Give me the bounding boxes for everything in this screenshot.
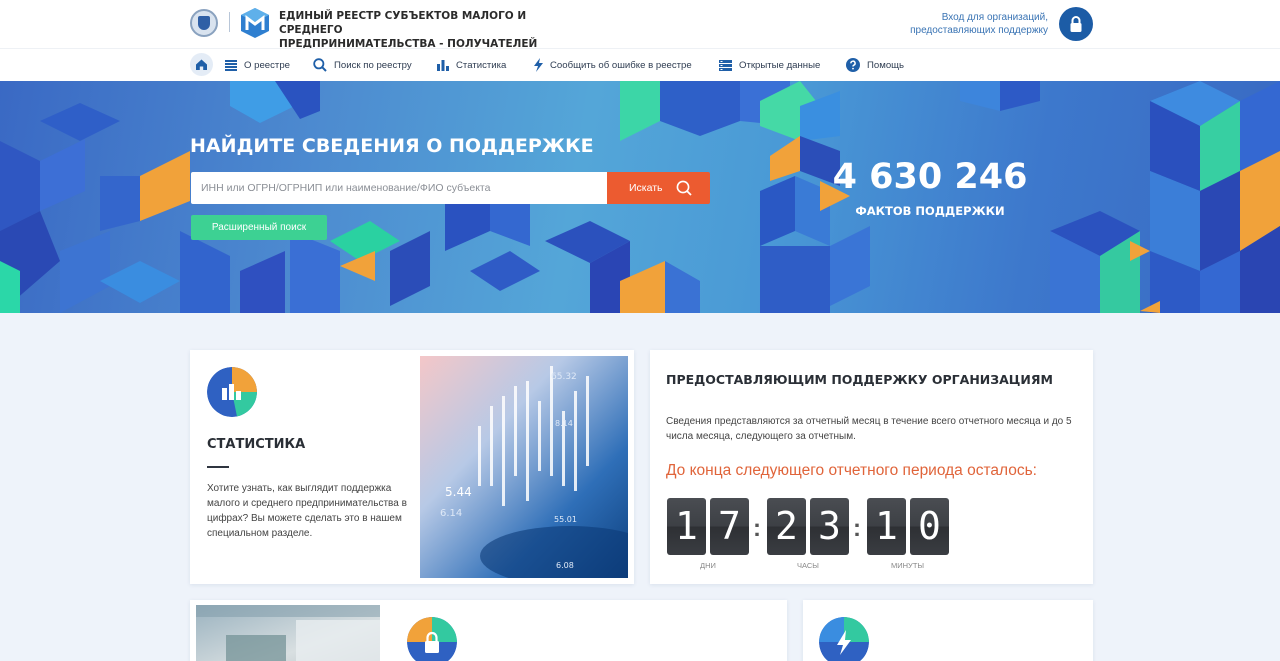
- nav-label-about[interactable]: О реестре: [244, 60, 290, 71]
- hero-title: НАЙДИТЕ СВЕДЕНИЯ О ПОДДЕРЖКЕ: [190, 135, 594, 157]
- header-divider: [229, 12, 230, 32]
- countdown-days-digit-1: 1: [667, 498, 706, 555]
- support-organizations-card: ПРЕДОСТАВЛЯЮЩИМ ПОДДЕРЖКУ ОРГАНИЗАЦИЯМ С…: [650, 350, 1093, 584]
- countdown-colon: :: [853, 515, 861, 542]
- photo-number-6: 6.08: [556, 561, 574, 570]
- photo-number-5: 55.01: [554, 515, 577, 524]
- nav-label-search[interactable]: Поиск по реестру: [334, 60, 412, 71]
- nav-label-report-error[interactable]: Сообщить об ошибке в реестре: [550, 60, 692, 71]
- org-login-link[interactable]: Вход для организаций, предоставляющих по…: [910, 11, 1048, 37]
- statistics-card[interactable]: СТАТИСТИКА Хотите узнать, как выглядит п…: [190, 350, 634, 584]
- organizations-description: Сведения представляются за отчетный меся…: [666, 416, 1072, 442]
- nav-item-help[interactable]: Помощь: [846, 49, 904, 81]
- bar-chart-icon: [437, 59, 449, 71]
- report-error-card[interactable]: [803, 600, 1093, 661]
- fns-emblem-icon[interactable]: [190, 9, 218, 37]
- countdown-days-label: ДНИ: [700, 561, 716, 570]
- nav-label-help[interactable]: Помощь: [867, 60, 904, 71]
- office-photo: [196, 605, 380, 661]
- main-nav: О реестре Поиск по реестру Статистика Со…: [0, 48, 1280, 81]
- org-login-line2[interactable]: предоставляющих поддержку: [910, 24, 1048, 37]
- search-button-label[interactable]: Искать: [629, 182, 663, 194]
- countdown-minutes-digit-2: 0: [910, 498, 949, 555]
- search-button[interactable]: Искать: [607, 172, 710, 204]
- countdown-minutes-label: МИНУТЫ: [891, 561, 925, 570]
- login-lock-button[interactable]: [1059, 7, 1093, 41]
- nav-item-open-data[interactable]: Открытые данные: [719, 49, 820, 81]
- statistics-photo: 65.32 8.14 5.44 6.14 55.01 6.08: [420, 356, 628, 578]
- countdown-hours-digit-2: 3: [810, 498, 849, 555]
- registry-search-input[interactable]: [191, 172, 607, 204]
- search-icon: [676, 180, 692, 196]
- search-icon: [313, 58, 327, 72]
- lock-circle-icon: [407, 617, 457, 661]
- list-icon: [225, 59, 237, 71]
- countdown-hours-digit-1: 2: [767, 498, 806, 555]
- countdown-days-digit-2: 7: [710, 498, 749, 555]
- nav-item-statistics[interactable]: Статистика: [437, 49, 506, 81]
- nav-item-search[interactable]: Поиск по реестру: [313, 49, 412, 81]
- statistics-title: СТАТИСТИКА: [207, 437, 306, 452]
- help-icon: [846, 58, 860, 72]
- photo-number-4: 6.14: [440, 508, 462, 519]
- lightning-circle-icon: [819, 617, 869, 661]
- database-icon: [719, 59, 732, 71]
- support-facts-counter: 4 630 246: [832, 157, 1028, 197]
- lock-icon: [1070, 16, 1082, 32]
- site-header: ЕДИНЫЙ РЕЕСТР СУБЪЕКТОВ МАЛОГО И СРЕДНЕГ…: [0, 0, 1280, 64]
- statistics-description: Хотите узнать, как выглядит поддержка ма…: [207, 483, 407, 539]
- nav-label-open-data[interactable]: Открытые данные: [739, 60, 820, 71]
- msp-logo-icon[interactable]: [240, 7, 270, 39]
- reporting-deadline-text: До конца следующего отчетного периода ос…: [666, 462, 1037, 479]
- photo-number-3: 5.44: [445, 485, 472, 499]
- statistics-divider: [207, 466, 229, 468]
- nav-label-statistics[interactable]: Статистика: [456, 60, 506, 71]
- countdown-minutes-digit-1: 1: [867, 498, 906, 555]
- site-title-line1: ЕДИНЫЙ РЕЕСТР СУБЪЕКТОВ МАЛОГО И СРЕДНЕГ…: [279, 10, 527, 36]
- home-button[interactable]: [190, 53, 213, 76]
- nav-item-about[interactable]: О реестре: [225, 49, 290, 81]
- hero-banner: НАЙДИТЕ СВЕДЕНИЯ О ПОДДЕРЖКЕ Искать Расш…: [0, 81, 1280, 313]
- support-facts-label: ФАКТОВ ПОДДЕРЖКИ: [855, 204, 1005, 218]
- photo-number-2: 8.14: [555, 419, 573, 428]
- organizations-title: ПРЕДОСТАВЛЯЮЩИМ ПОДДЕРЖКУ ОРГАНИЗАЦИЯМ: [666, 372, 1053, 387]
- home-icon: [196, 59, 207, 70]
- photo-number-1: 65.32: [551, 372, 577, 382]
- countdown-hours-label: ЧАСЫ: [797, 561, 819, 570]
- access-card[interactable]: [190, 600, 787, 661]
- org-login-line1[interactable]: Вход для организаций,: [910, 11, 1048, 24]
- advanced-search-button[interactable]: Расширенный поиск: [191, 215, 327, 240]
- statistics-chart-icon: [207, 367, 257, 417]
- lightning-icon: [534, 58, 543, 72]
- nav-item-report-error[interactable]: Сообщить об ошибке в реестре: [534, 49, 692, 81]
- countdown-colon: :: [753, 515, 761, 542]
